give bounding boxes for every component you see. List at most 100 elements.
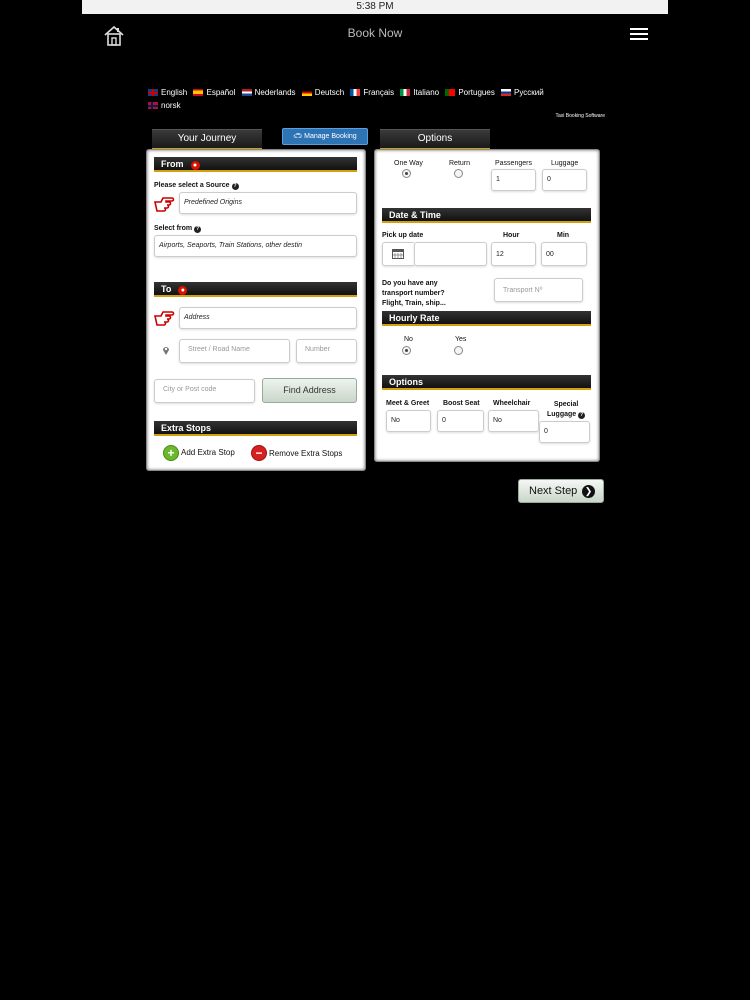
return-label: Return xyxy=(449,160,471,167)
find-address-button[interactable]: Find Address xyxy=(262,378,357,403)
hour-label: Hour xyxy=(503,232,520,239)
language-label: Portugues xyxy=(458,88,495,97)
language-label: Русский xyxy=(514,88,544,97)
norway-flag-icon xyxy=(148,102,158,109)
transport-question-line: Do you have any xyxy=(382,280,438,287)
special-luggage-select[interactable]: 0 xyxy=(539,421,590,443)
help-icon[interactable]: ? xyxy=(578,412,586,419)
language-english[interactable]: English xyxy=(148,86,187,99)
language-label: Nederlands xyxy=(254,88,296,97)
one-way-label: One Way xyxy=(394,160,423,167)
date-time-heading: Date & Time xyxy=(389,210,441,220)
germany-flag-icon xyxy=(301,89,312,96)
russia-flag-icon xyxy=(501,89,512,96)
extra-stops-header: Extra Stops xyxy=(154,421,357,436)
street-input[interactable]: Street / Road Name xyxy=(179,339,290,363)
luggage-input[interactable]: 0 xyxy=(542,169,587,191)
remove-extra-stops-button[interactable]: Remove Extra Stops xyxy=(269,449,342,458)
add-icon[interactable]: + xyxy=(163,445,179,461)
top-bar: Book Now xyxy=(82,14,668,54)
language-label: Italiano xyxy=(413,88,440,97)
help-icon[interactable]: ? xyxy=(194,226,202,233)
transport-question-line: transport number? xyxy=(382,290,445,297)
transport-number-input[interactable]: Transport Nº xyxy=(494,278,583,302)
arrow-right-icon: ❯ xyxy=(582,485,595,498)
france-flag-icon xyxy=(350,89,361,96)
source-label-text: Please select a Source xyxy=(154,182,230,189)
italy-flag-icon xyxy=(400,89,411,96)
language-label: norsk xyxy=(161,101,181,110)
remove-icon[interactable]: − xyxy=(251,445,267,461)
number-input[interactable]: Number xyxy=(296,339,357,363)
passengers-input[interactable]: 1 xyxy=(491,169,536,191)
language-espanol[interactable]: Español xyxy=(193,86,235,99)
pointing-hand-icon xyxy=(154,311,175,326)
language-selector: English Español Nederlands Deutsch Franç… xyxy=(148,86,608,112)
options-heading: Options xyxy=(389,377,423,387)
status-time: 5:38 PM xyxy=(356,1,394,12)
language-francais[interactable]: Français xyxy=(350,86,394,99)
language-norsk[interactable]: norsk xyxy=(148,99,181,112)
special-luggage-line: Special xyxy=(553,401,579,408)
one-way-radio[interactable] xyxy=(402,169,411,178)
help-icon[interactable]: ? xyxy=(231,183,239,190)
calendar-icon xyxy=(392,249,404,259)
boost-seat-label: Boost Seat xyxy=(443,400,480,407)
hourly-rate-header: Hourly Rate xyxy=(382,311,591,326)
address-type-select[interactable]: Address xyxy=(179,307,357,329)
page-title: Book Now xyxy=(347,26,403,40)
hamburger-menu-icon[interactable] xyxy=(630,28,648,42)
location-marker-icon: ● xyxy=(178,286,188,295)
select-from-label-text: Select from xyxy=(154,225,193,232)
to-header: To ● xyxy=(154,282,357,297)
meet-greet-select[interactable]: No xyxy=(386,410,431,432)
status-bar: 5:38 PM xyxy=(82,0,668,14)
language-deutsch[interactable]: Deutsch xyxy=(301,86,345,99)
manage-booking-label: Manage Booking xyxy=(304,133,357,140)
pickup-date-label: Pick up date xyxy=(382,232,424,239)
language-portugues[interactable]: Portugues xyxy=(445,86,495,99)
language-nederlands[interactable]: Nederlands xyxy=(241,86,296,99)
hourly-rate-heading: Hourly Rate xyxy=(389,313,440,323)
manage-booking-button[interactable]: 🚗︎ Manage Booking xyxy=(282,128,368,145)
tab-your-journey[interactable]: Your Journey xyxy=(152,129,262,150)
language-label: Deutsch xyxy=(314,88,345,97)
language-label: English xyxy=(161,88,188,97)
hour-input[interactable]: 12 xyxy=(491,242,536,266)
portugal-flag-icon xyxy=(445,89,456,96)
luggage-label: Luggage xyxy=(551,160,579,167)
source-select[interactable]: Predefined Origins xyxy=(179,192,357,214)
pickup-date-input[interactable] xyxy=(414,242,487,266)
hourly-no-radio[interactable] xyxy=(402,346,411,355)
return-radio[interactable] xyxy=(454,169,463,178)
hourly-no-label: No xyxy=(404,336,413,343)
language-italiano[interactable]: Italiano xyxy=(400,86,439,99)
transport-question: Do you have any transport number? Flight… xyxy=(382,279,446,309)
uk-flag-icon xyxy=(148,89,158,96)
next-step-button[interactable]: Next Step ❯ xyxy=(518,479,604,503)
options-header: Options xyxy=(382,375,591,390)
location-marker-icon: ● xyxy=(190,161,200,170)
tagline: Taxi Booking Software xyxy=(555,113,605,119)
hourly-yes-radio[interactable] xyxy=(454,346,463,355)
min-label: Min xyxy=(557,232,570,239)
add-extra-stop-button[interactable]: Add Extra Stop xyxy=(181,448,235,457)
next-step-label: Next Step xyxy=(529,485,578,497)
boost-seat-select[interactable]: 0 xyxy=(437,410,484,432)
min-input[interactable]: 00 xyxy=(541,242,587,266)
from-header: From ● xyxy=(154,157,357,172)
select-from-label: Select from? xyxy=(154,225,202,233)
spain-flag-icon xyxy=(193,89,204,96)
wheelchair-select[interactable]: No xyxy=(488,410,539,432)
transport-question-line: Flight, Train, ship... xyxy=(382,300,446,307)
language-russian[interactable]: Русский xyxy=(501,86,544,99)
map-pin-icon xyxy=(163,347,169,355)
pointing-hand-icon xyxy=(154,197,175,212)
source-label: Please select a Source? xyxy=(154,182,239,190)
city-postcode-input[interactable]: City or Post code xyxy=(154,379,255,403)
to-heading: To xyxy=(161,284,172,294)
extra-stops-heading: Extra Stops xyxy=(161,423,212,433)
tab-options[interactable]: Options xyxy=(380,129,490,150)
hourly-yes-label: Yes xyxy=(455,336,467,343)
select-from-dropdown[interactable]: Airports, Seaports, Train Stations, othe… xyxy=(154,235,357,257)
